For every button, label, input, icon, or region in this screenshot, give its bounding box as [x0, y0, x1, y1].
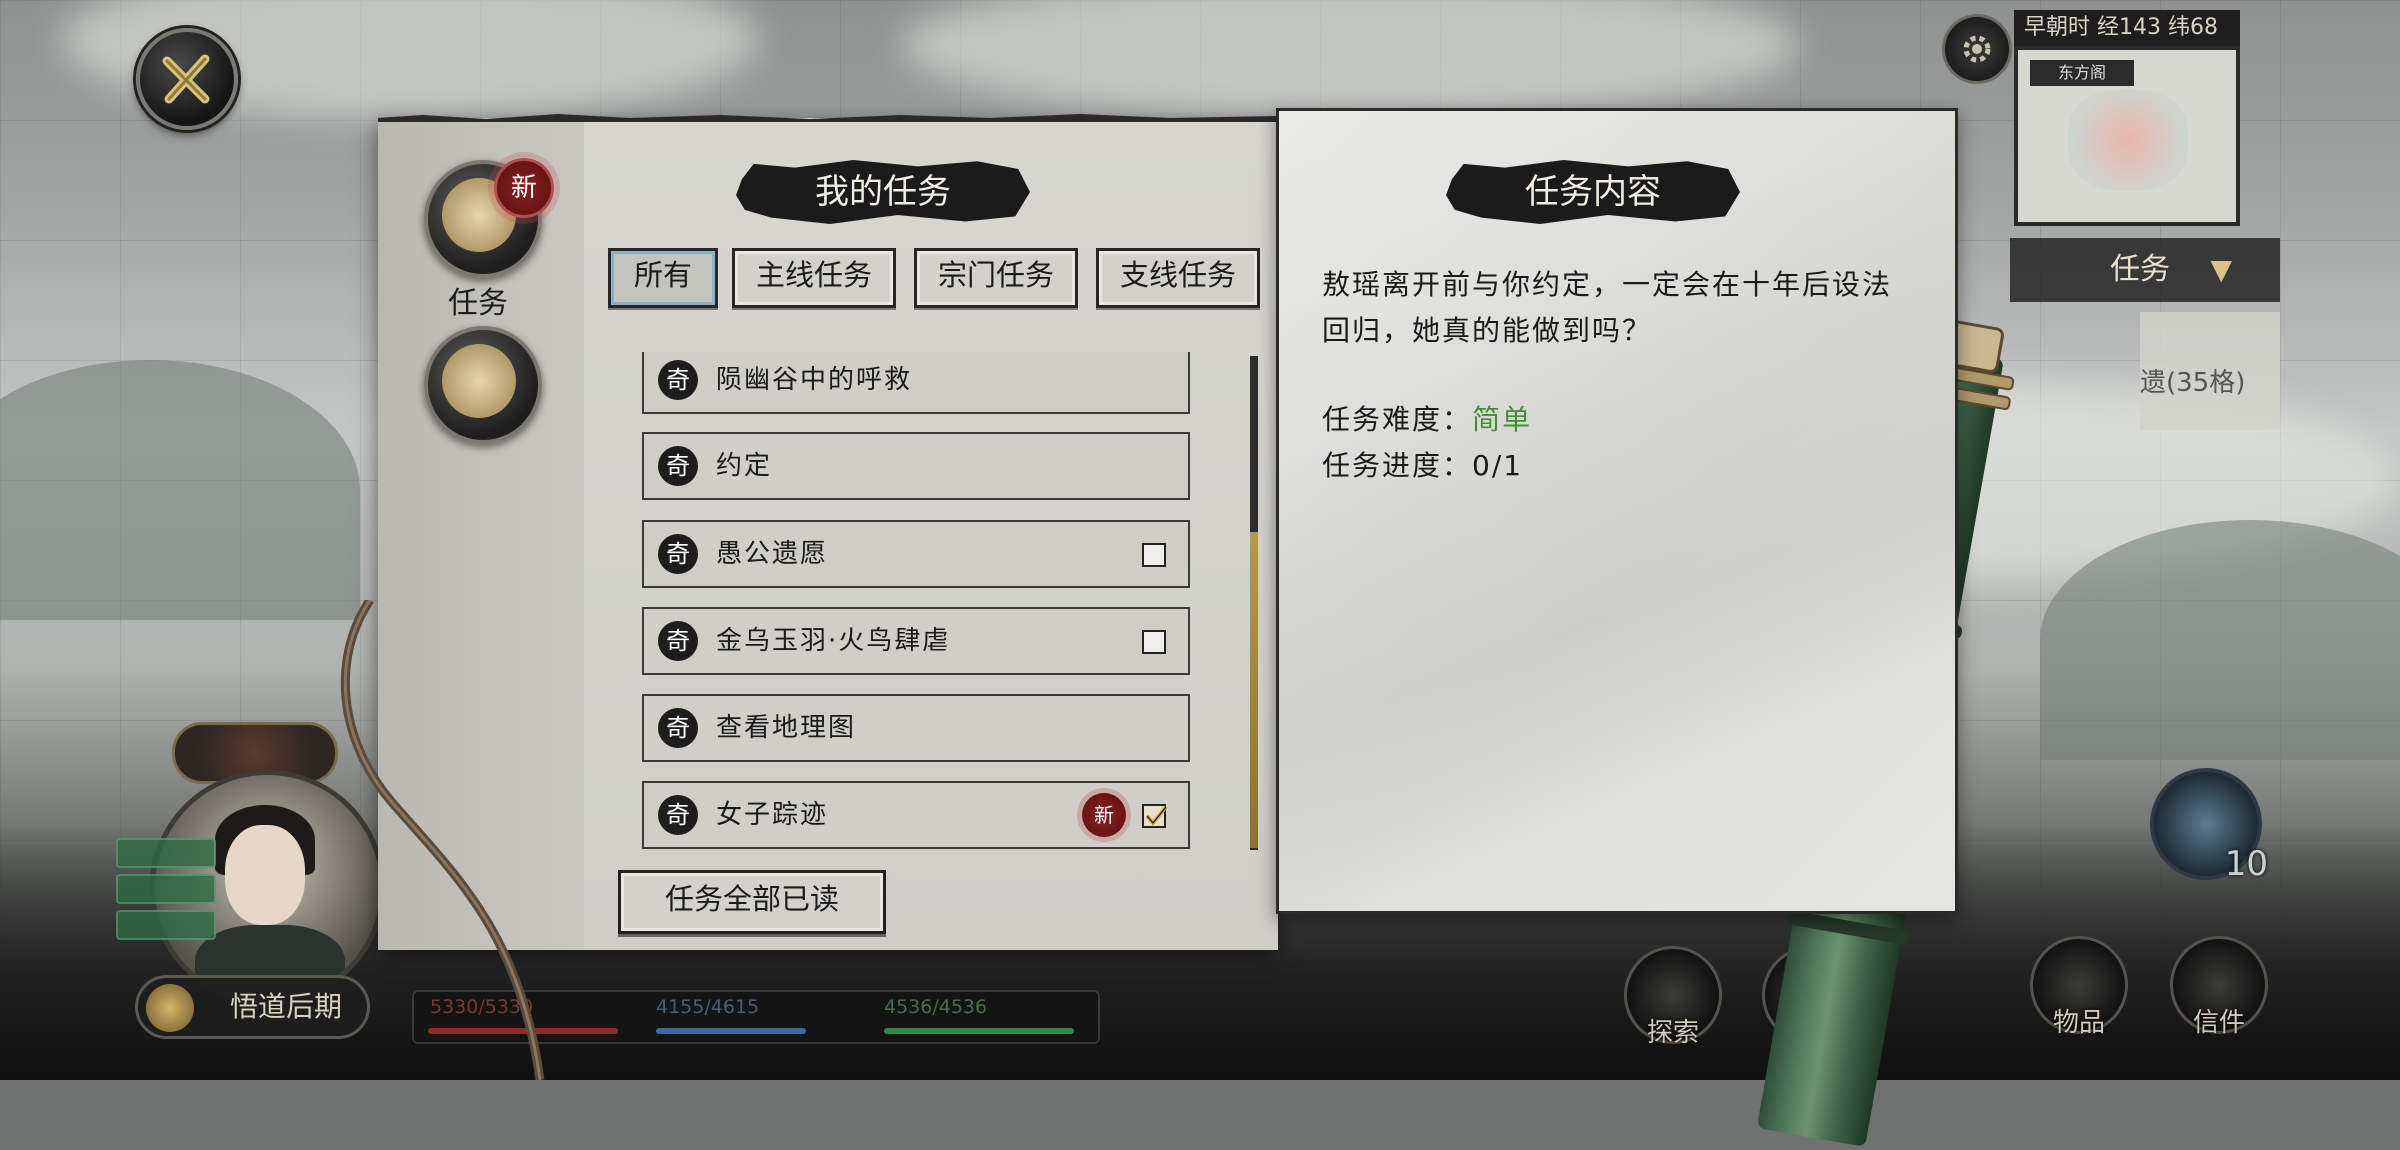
quest-item[interactable]: 奇 约定	[642, 432, 1190, 500]
quest-name: 陨幽谷中的呼救	[716, 365, 913, 395]
quest-track-checkbox[interactable]	[1142, 804, 1168, 828]
minimap[interactable]: 东方阁	[2014, 46, 2240, 226]
stamina-bar	[884, 1028, 1074, 1034]
explore-label: 探索	[1646, 1018, 1699, 1048]
mark-all-read-button[interactable]: 任务全部已读	[618, 870, 886, 934]
quest-type-icon: 奇	[658, 621, 698, 661]
quest-list-scrollbar[interactable]	[1250, 356, 1258, 850]
close-button[interactable]	[136, 28, 238, 130]
quest-name: 约定	[716, 451, 773, 481]
quest-detail-page	[1276, 108, 1958, 914]
realm-coin-icon	[146, 984, 194, 1032]
detail-panel-title: 任务内容	[1446, 160, 1740, 224]
quests-new-badge: 新	[494, 158, 554, 218]
quest-item[interactable]: 奇 金乌玉羽·火鸟肆虐	[642, 607, 1190, 675]
quest-type-icon: 奇	[658, 708, 698, 748]
map-task-panel: 遗(35格)	[2140, 312, 2280, 430]
quest-item[interactable]: 奇 愚公遗愿	[642, 520, 1190, 588]
gear-icon	[1963, 35, 1991, 63]
quest-name: 愚公遗愿	[716, 539, 829, 569]
portrait-face	[225, 825, 305, 925]
close-x-icon	[162, 54, 210, 104]
yin-yang-count: 10	[2224, 844, 2268, 884]
quest-track-checkbox[interactable]	[1142, 543, 1166, 567]
letters-button[interactable]: 信件	[2170, 936, 2268, 1038]
quest-new-badge: 新	[1082, 793, 1126, 837]
dropdown-arrow-icon: ▼	[2210, 253, 2232, 286]
filter-tab-side[interactable]: 支线任务	[1096, 248, 1260, 308]
status-tag	[116, 838, 216, 868]
progress-row: 任务进度：0/1	[1322, 444, 1523, 484]
map-panel-text: 遗(35格)	[2140, 368, 2246, 398]
rope-decoration	[340, 600, 545, 1080]
progress-value: 0/1	[1472, 449, 1524, 482]
filter-tab-sect[interactable]: 宗门任务	[914, 248, 1078, 308]
quest-type-icon: 奇	[658, 534, 698, 574]
checkmark-icon	[1145, 805, 1168, 826]
status-tag	[116, 910, 216, 940]
yin-yang-button[interactable]: 10	[2150, 768, 2268, 884]
status-effect-tags	[116, 838, 216, 946]
paper-texture	[1279, 111, 1955, 911]
difficulty-label: 任务难度：	[1322, 403, 1473, 436]
quest-track-checkbox[interactable]	[1142, 630, 1166, 654]
quest-item[interactable]: 奇 女子踪迹 新	[642, 781, 1190, 849]
quest-name: 金乌玉羽·火鸟肆虐	[716, 626, 951, 656]
quest-type-icon: 奇	[658, 360, 698, 400]
explore-button[interactable]: 探索	[1624, 946, 1722, 1048]
tab-quests-label: 任务	[448, 286, 508, 321]
filter-tab-all[interactable]: 所有	[608, 248, 718, 308]
scrollbar-thumb[interactable]	[1250, 532, 1258, 848]
realm-label: 悟道后期	[230, 990, 343, 1023]
status-tag	[116, 874, 216, 904]
difficulty-value: 简单	[1472, 403, 1533, 436]
quest-description: 敖瑶离开前与你约定，一定会在十年后设法回归，她真的能做到吗？	[1322, 268, 1893, 347]
minimap-terrain	[2068, 90, 2188, 190]
map-task-dropdown[interactable]: 任务 ▼	[2010, 238, 2280, 302]
mp-value: 4155/4615	[656, 996, 760, 1018]
quest-type-icon: 奇	[658, 795, 698, 835]
mp-bar	[656, 1028, 806, 1034]
quest-item[interactable]: 奇 查看地理图	[642, 694, 1190, 762]
quest-name: 查看地理图	[716, 713, 857, 743]
items-label: 物品	[2052, 1008, 2105, 1038]
stamina-value: 4536/4536	[884, 996, 988, 1018]
filter-tab-main[interactable]: 主线任务	[732, 248, 896, 308]
map-location-text: 早朝时 经143 纬68	[2014, 10, 2240, 46]
difficulty-row: 任务难度：简单	[1322, 398, 1532, 438]
quest-type-icon: 奇	[658, 446, 698, 486]
quest-list[interactable]: 奇 陨幽谷中的呼救 奇 约定 奇 愚公遗愿 奇 金乌玉羽·火鸟肆虐 奇 查看地理…	[642, 352, 1192, 862]
quest-name: 女子踪迹	[716, 800, 829, 830]
tab-letters[interactable]	[424, 326, 542, 444]
items-button[interactable]: 物品	[2030, 936, 2128, 1038]
letters-label: 信件	[2192, 1008, 2245, 1038]
quest-panel-title: 我的任务	[736, 160, 1030, 224]
settings-button[interactable]	[1942, 14, 2012, 84]
map-dropdown-label: 任务	[2110, 252, 2170, 287]
letters-icon	[442, 344, 516, 418]
minimap-tag: 东方阁	[2030, 60, 2134, 86]
progress-label: 任务进度：	[1322, 449, 1473, 482]
quest-item[interactable]: 奇 陨幽谷中的呼救	[642, 352, 1190, 414]
